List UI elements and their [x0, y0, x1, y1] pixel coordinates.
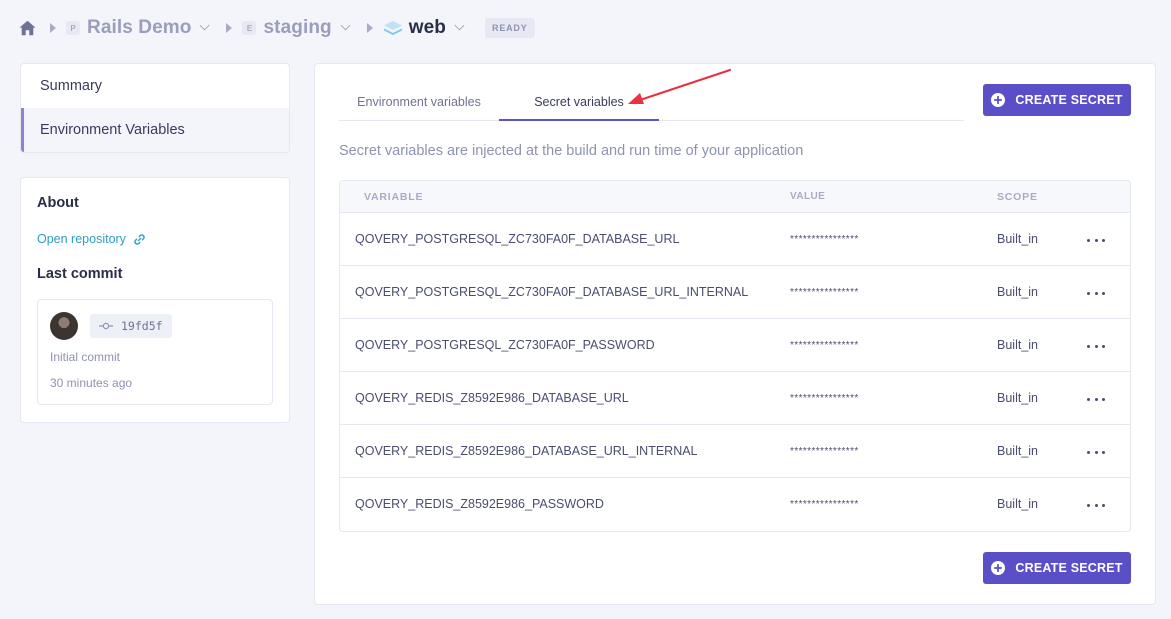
variable-scope: Built_in	[997, 285, 1038, 299]
environment-name[interactable]: staging	[263, 17, 331, 39]
project-badge: P	[66, 21, 80, 35]
last-commit-card: 19fd5f Initial commit 30 minutes ago	[37, 299, 273, 405]
table-row[interactable]: QOVERY_REDIS_Z8592E986_DATABASE_URL_INTE…	[340, 425, 1130, 478]
variable-scope: Built_in	[997, 497, 1038, 511]
variable-value: ****************	[790, 340, 859, 351]
variable-name: QOVERY_REDIS_Z8592E986_PASSWORD	[355, 497, 604, 511]
breadcrumb-environment[interactable]: E staging	[242, 17, 351, 39]
sidebar-item-summary[interactable]: Summary	[21, 64, 289, 108]
sidebar-item-environment-variables[interactable]: Environment Variables	[21, 108, 289, 152]
create-secret-button-bottom[interactable]: CREATE SECRET	[983, 552, 1131, 584]
plus-circle-icon	[991, 93, 1006, 107]
project-name[interactable]: Rails Demo	[87, 17, 191, 39]
header-value: VALUE	[790, 191, 826, 202]
variable-name: QOVERY_POSTGRESQL_ZC730FA0F_PASSWORD	[355, 338, 655, 352]
variable-name: QOVERY_REDIS_Z8592E986_DATABASE_URL_INTE…	[355, 444, 698, 458]
about-card: About Open repository Last commit 19fd5f…	[20, 177, 290, 423]
more-horizontal-icon[interactable]	[1087, 447, 1105, 457]
breadcrumb-application[interactable]: web	[383, 17, 465, 39]
breadcrumb-separator-icon	[226, 23, 233, 33]
home-icon[interactable]	[19, 20, 36, 36]
chevron-down-icon[interactable]	[340, 20, 351, 31]
breadcrumb: P Rails Demo E staging web READY	[19, 14, 535, 42]
create-secret-label: CREATE SECRET	[1015, 561, 1123, 575]
variable-scope: Built_in	[997, 391, 1038, 405]
breadcrumb-separator-icon	[366, 23, 373, 33]
variable-value: ****************	[790, 499, 859, 510]
table-row[interactable]: QOVERY_POSTGRESQL_ZC730FA0F_PASSWORD ***…	[340, 319, 1130, 372]
table-row[interactable]: QOVERY_POSTGRESQL_ZC730FA0F_DATABASE_URL…	[340, 266, 1130, 319]
chevron-down-icon[interactable]	[454, 20, 465, 31]
variable-scope: Built_in	[997, 232, 1038, 246]
create-secret-label: CREATE SECRET	[1015, 93, 1123, 107]
variable-value: ****************	[790, 287, 859, 298]
variable-scope: Built_in	[997, 444, 1038, 458]
status-badge: READY	[485, 18, 535, 38]
header-scope: SCOPE	[997, 191, 1038, 203]
secret-variables-panel: Environment variables Secret variables C…	[314, 63, 1156, 605]
commit-time: 30 minutes ago	[50, 376, 133, 390]
variable-name: QOVERY_REDIS_Z8592E986_DATABASE_URL	[355, 391, 629, 405]
last-commit-title: Last commit	[37, 266, 123, 282]
sidebar-nav: Summary Environment Variables	[20, 63, 290, 153]
more-horizontal-icon[interactable]	[1087, 394, 1105, 404]
variable-scope: Built_in	[997, 338, 1038, 352]
avatar	[50, 312, 78, 340]
table-row[interactable]: QOVERY_REDIS_Z8592E986_PASSWORD ********…	[340, 478, 1130, 531]
table-row[interactable]: QOVERY_REDIS_Z8592E986_DATABASE_URL ****…	[340, 372, 1130, 425]
application-name[interactable]: web	[409, 17, 446, 39]
table-row[interactable]: QOVERY_POSTGRESQL_ZC730FA0F_DATABASE_URL…	[340, 213, 1130, 266]
commit-sha-pill[interactable]: 19fd5f	[90, 314, 172, 338]
commit-sha: 19fd5f	[121, 319, 163, 333]
secret-variables-description: Secret variables are injected at the bui…	[339, 143, 804, 159]
layers-icon	[383, 21, 402, 35]
plus-circle-icon	[991, 561, 1006, 575]
about-title: About	[37, 195, 79, 211]
annotation-arrow-icon	[628, 68, 732, 104]
breadcrumb-separator-icon	[50, 23, 56, 33]
variable-value: ****************	[790, 393, 859, 404]
link-icon[interactable]	[133, 233, 146, 246]
environment-badge: E	[242, 21, 257, 35]
variable-value: ****************	[790, 446, 859, 457]
open-repository-label[interactable]: Open repository	[37, 232, 126, 246]
commit-message: Initial commit	[50, 350, 121, 364]
create-secret-button[interactable]: CREATE SECRET	[983, 84, 1131, 116]
variable-name: QOVERY_POSTGRESQL_ZC730FA0F_DATABASE_URL…	[355, 285, 749, 299]
header-variable: VARIABLE	[364, 191, 424, 203]
variable-value: ****************	[790, 234, 859, 245]
more-horizontal-icon[interactable]	[1087, 500, 1105, 510]
tab-environment-variables[interactable]: Environment variables	[339, 84, 499, 120]
more-horizontal-icon[interactable]	[1087, 235, 1105, 245]
table-header: VARIABLE VALUE SCOPE	[340, 181, 1130, 213]
variable-name: QOVERY_POSTGRESQL_ZC730FA0F_DATABASE_URL	[355, 232, 680, 246]
git-commit-icon	[99, 322, 113, 330]
more-horizontal-icon[interactable]	[1087, 341, 1105, 351]
open-repository-link[interactable]: Open repository	[37, 232, 273, 246]
breadcrumb-project[interactable]: P Rails Demo	[66, 17, 210, 39]
chevron-down-icon[interactable]	[200, 20, 210, 31]
more-horizontal-icon[interactable]	[1087, 288, 1105, 298]
secret-variables-table: VARIABLE VALUE SCOPE QOVERY_POSTGRESQL_Z…	[339, 180, 1131, 532]
